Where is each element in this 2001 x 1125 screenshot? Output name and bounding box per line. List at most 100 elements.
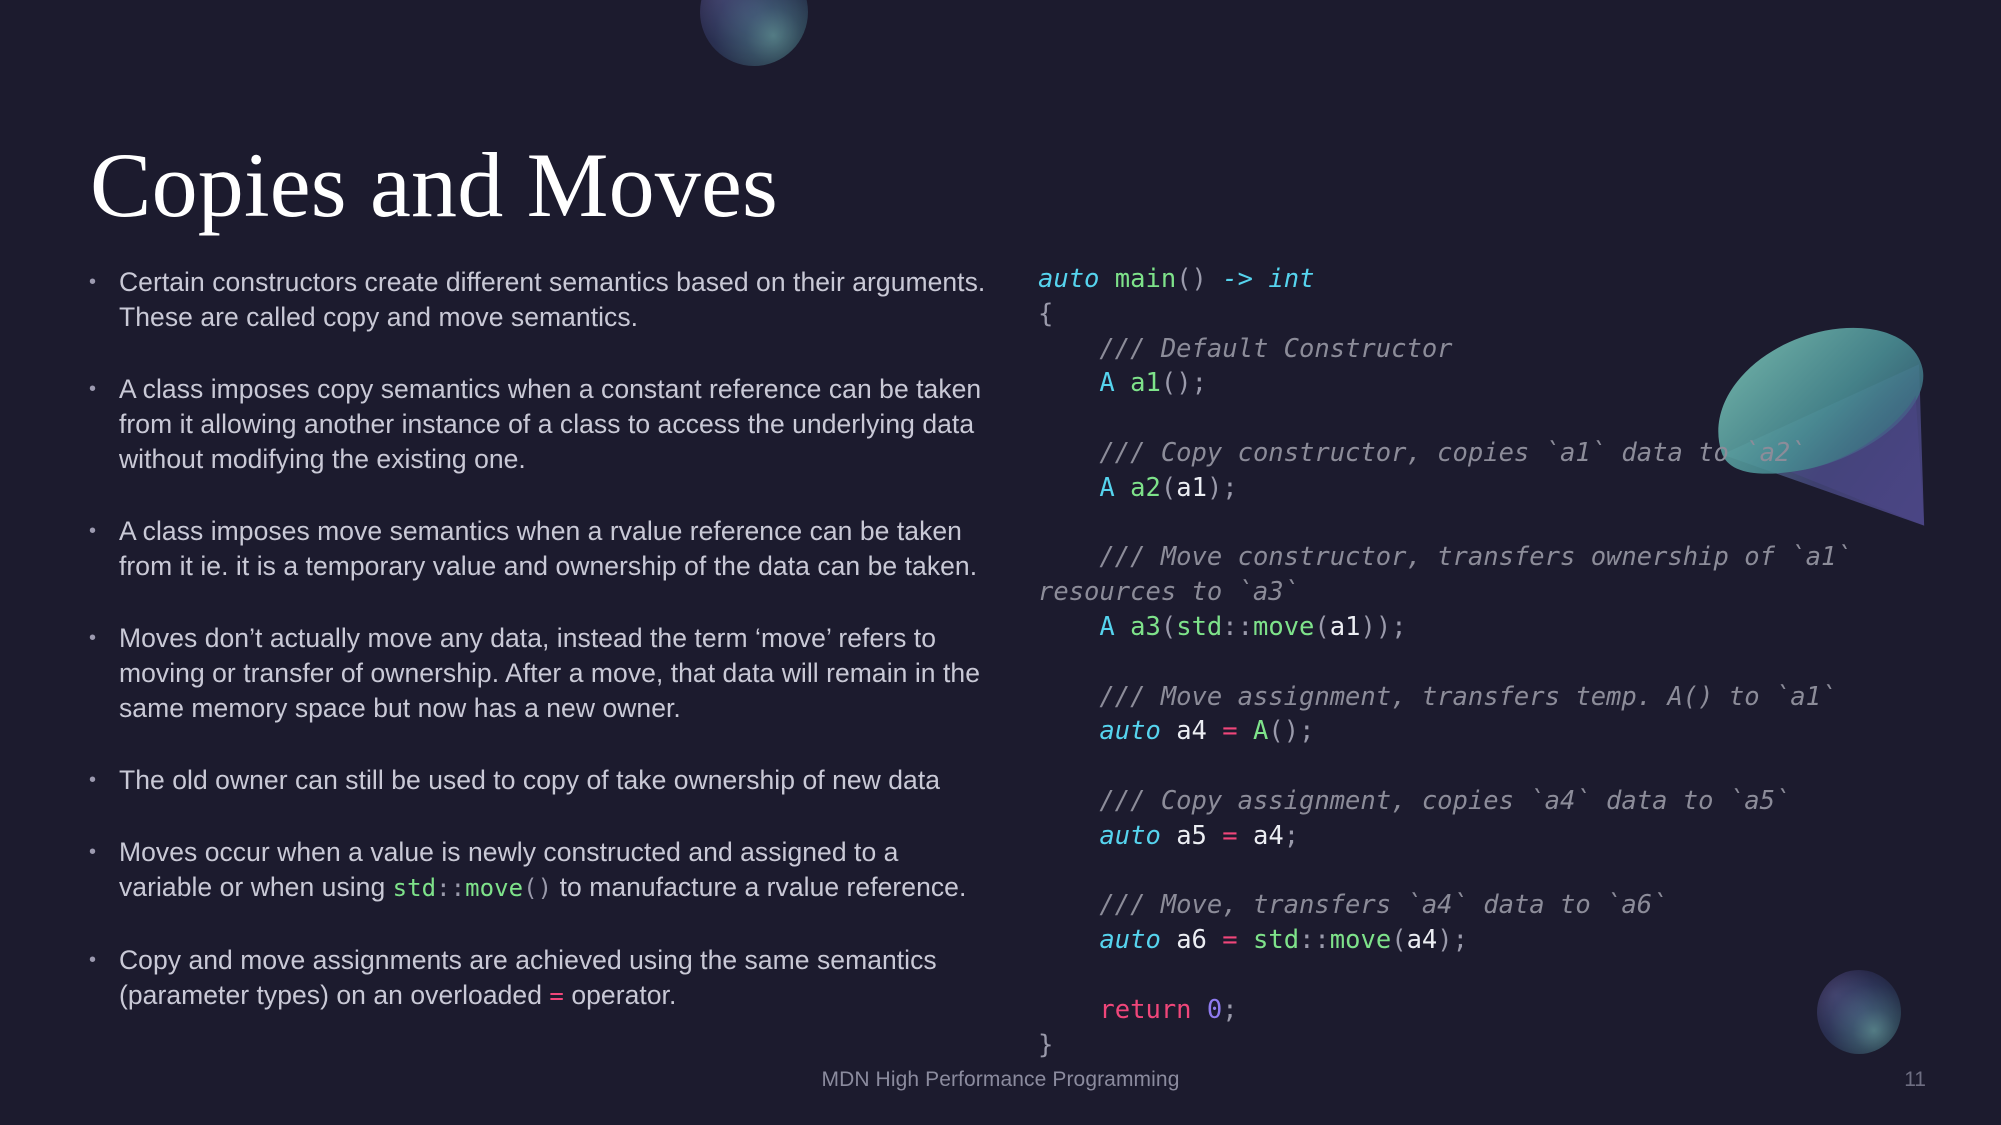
code-token-comment: /// Copy assignment, copies `a4` data to… xyxy=(1038,785,1791,816)
code-token-op: = xyxy=(1222,820,1238,851)
code-token-op: = xyxy=(1222,925,1238,956)
bullet-point-icon: • xyxy=(89,520,97,542)
code-token-var: a5 xyxy=(1176,820,1207,851)
slide-canvas: Copies and Moves • Certain constructors c… xyxy=(0,0,2001,1125)
code-token-punc: ); xyxy=(1206,472,1238,503)
code-token-comment: /// Move, transfers `a4` data to `a6` xyxy=(1038,890,1668,921)
code-line: auto a4 = A(); xyxy=(1038,714,1938,749)
footer-title: MDN High Performance Programming xyxy=(821,1068,1180,1091)
bullet-moves-occur: Moves occur when a value is newly constr… xyxy=(119,837,967,902)
bullet-assignments: Copy and move assignments are achieved u… xyxy=(119,945,937,1010)
code-line: A a3(std::move(a1)); xyxy=(1038,610,1938,645)
bullet-point-icon: • xyxy=(89,949,97,971)
bullet-copy-semantics: A class imposes copy semantics when a co… xyxy=(119,374,982,474)
code-line xyxy=(1038,958,1938,993)
code-token-punc: :: xyxy=(1299,925,1330,956)
code-line: A a1(); xyxy=(1038,366,1938,401)
code-token-fn: move xyxy=(1253,611,1315,642)
code-line: return 0; xyxy=(1038,993,1938,1028)
code-token-kw-it: int xyxy=(1268,264,1315,294)
code-token-punc: ( xyxy=(1160,611,1177,642)
bullet-old-owner: The old owner can still be used to copy … xyxy=(119,765,941,795)
code-token-punc: () xyxy=(1176,264,1207,294)
code-line: A a2(a1); xyxy=(1038,471,1938,506)
code-token-var: a4 xyxy=(1176,716,1207,747)
code-token-punc: ; xyxy=(1222,994,1238,1025)
code-token-punc: ( xyxy=(1391,925,1407,956)
bullet-semantics-intro: Certain constructors create different se… xyxy=(119,267,986,332)
code-token-comment: /// Copy constructor, copies `a1` data t… xyxy=(1038,437,1806,468)
bullet-point-icon: • xyxy=(89,627,97,649)
code-token-fn: A xyxy=(1253,716,1269,747)
code-line xyxy=(1038,506,1938,541)
code-line: /// Copy assignment, copies `a4` data to… xyxy=(1038,784,1938,819)
inline-code: std xyxy=(392,874,437,902)
code-line: /// Copy constructor, copies `a1` data t… xyxy=(1038,436,1938,471)
page-number: 11 xyxy=(1904,1068,1926,1091)
code-token-punc: ); xyxy=(1437,925,1468,956)
code-token-fn: a2 xyxy=(1130,472,1161,503)
code-line xyxy=(1038,645,1938,680)
list-item: • Certain constructors create different s… xyxy=(85,265,995,335)
bullet-list: • Certain constructors create different s… xyxy=(85,265,995,1051)
list-item: • A class imposes copy semantics when a c… xyxy=(85,372,995,477)
bullet-point-icon: • xyxy=(89,378,97,400)
code-line: /// Move, transfers `a4` data to `a6` xyxy=(1038,888,1938,923)
code-line: auto a6 = std::move(a4); xyxy=(1038,923,1938,958)
bullet-point-icon: • xyxy=(89,271,97,293)
list-item: • The old owner can still be used to copy… xyxy=(85,763,995,798)
list-item: • Moves occur when a value is newly const… xyxy=(85,835,995,906)
code-token-var: a4 xyxy=(1253,820,1284,851)
code-token-kw-it: auto xyxy=(1038,264,1100,294)
code-token-var: a1 xyxy=(1329,611,1361,642)
code-line xyxy=(1038,401,1938,436)
code-token-fn: a3 xyxy=(1130,611,1161,642)
code-token-punc: )); xyxy=(1360,611,1407,642)
code-token-kw-it: auto xyxy=(1099,716,1161,747)
code-line: /// Move constructor, transfers ownershi… xyxy=(1038,540,1938,610)
inline-code: :: xyxy=(436,874,466,902)
bullet-point-icon: • xyxy=(89,841,97,863)
code-token-punc: ( xyxy=(1314,611,1330,642)
bullet-point-icon: • xyxy=(89,769,97,791)
code-token-fn: a1 xyxy=(1130,368,1161,399)
code-token-punc: { xyxy=(1038,298,1054,329)
list-item: • Moves don’t actually move any data, ins… xyxy=(85,621,995,726)
code-token-op: return xyxy=(1099,994,1192,1025)
code-token-type: A xyxy=(1099,611,1115,642)
code-line: auto main() -> int xyxy=(1038,262,1938,297)
code-token-num: 0 xyxy=(1206,994,1223,1025)
code-token-fn: std xyxy=(1253,925,1300,956)
code-token-punc: } xyxy=(1038,1029,1054,1060)
code-token-kw-it: -> xyxy=(1222,264,1253,294)
code-token-kw-it: auto xyxy=(1099,925,1161,956)
code-token-op: = xyxy=(1222,716,1238,747)
bullet-move-semantics: A class imposes move semantics when a rv… xyxy=(119,516,978,581)
slide-title: Copies and Moves xyxy=(90,133,779,236)
code-line: /// Move assignment, transfers temp. A()… xyxy=(1038,680,1938,715)
code-token-var: a4 xyxy=(1406,925,1438,956)
code-token-punc: :: xyxy=(1222,611,1253,642)
code-line: } xyxy=(1038,1028,1938,1063)
